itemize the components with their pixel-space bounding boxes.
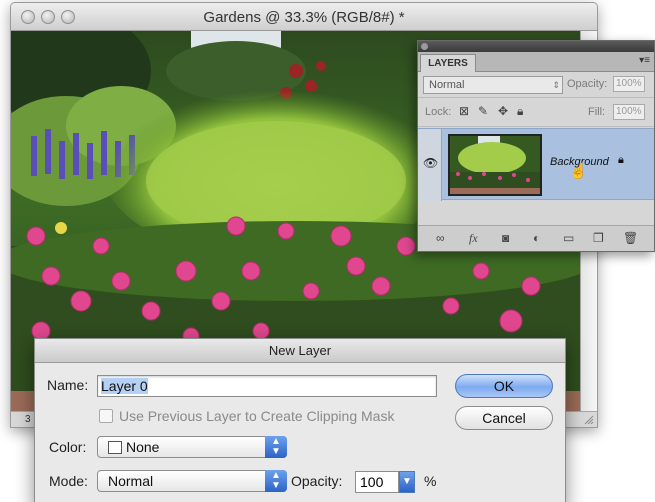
document-title: Gardens @ 33.3% (RGB/8#) * [203,9,405,26]
visibility-toggle[interactable]: 👁︎ [418,129,442,201]
screen: Gardens @ 33.3% (RGB/8#) * 3 LAYERS ▾≡ N… [0,0,655,502]
opacity-label: Opacity: [291,473,343,489]
layers-list-empty-area [418,201,654,221]
blend-row: Normal ⇕ Opacity: 100% [418,72,654,98]
trash-icon[interactable]: 🗑︎ [623,231,638,245]
layer-thumbnail [448,134,542,196]
link-icon[interactable]: ∞ [436,231,445,245]
layer-lock-icon: 🔒︎ [618,154,624,166]
eye-icon: 👁︎ [423,156,439,170]
layers-panel: LAYERS ▾≡ Normal ⇕ Opacity: 100% Lock: ⊠… [417,40,655,252]
clipping-mask-label: Use Previous Layer to Create Clipping Ma… [119,408,395,424]
cancel-button[interactable]: Cancel [455,406,553,430]
opacity-field[interactable]: 100% [613,76,645,92]
tab-layers[interactable]: LAYERS [420,54,476,72]
hand-cursor-icon: ☝ [569,163,588,180]
ok-button[interactable]: OK [455,374,553,398]
color-popup[interactable]: None ▲ ▼ [97,436,287,458]
clipping-mask-checkbox[interactable] [99,409,113,423]
panel-bottom-toolbar: ∞ fx ◙ ◐ ▭ ❐ 🗑︎ [418,225,654,251]
panel-drag-bar[interactable] [418,41,654,52]
thumbnail-image [450,136,540,194]
resize-grip-icon[interactable] [584,415,594,425]
mask-icon[interactable]: ◙ [502,231,509,245]
lock-brush-icon[interactable]: ✎ [478,104,488,118]
dialog-title[interactable]: New Layer [35,339,565,363]
mode-popup-value: Normal [108,473,154,489]
opacity-label: Opacity: [567,78,608,90]
lock-label: Lock: [425,106,452,118]
fill-label: Fill: [588,106,606,118]
percent-sign: % [424,473,437,489]
color-label: Color: [49,439,87,455]
updown-arrows-icon: ⇕ [552,80,560,90]
updown-arrows-icon: ▲ ▼ [265,470,287,492]
new-layer-icon[interactable]: ❐ [593,231,604,245]
zoom-readout[interactable]: 3 [25,414,31,425]
color-popup-value: None [126,439,160,455]
adjustment-icon[interactable]: ◐ [533,231,540,245]
lock-transparent-icon[interactable]: ⊠ [459,104,469,118]
new-layer-dialog: New Layer Name: Layer 0 Use Previous Lay… [34,338,566,502]
blend-mode-value: Normal [429,79,465,91]
fx-icon[interactable]: fx [469,231,478,246]
panel-menu-icon[interactable]: ▾≡ [639,55,650,66]
opacity-dropdown-icon[interactable]: ▼ [399,471,415,493]
updown-arrows-icon: ▲ ▼ [265,436,287,458]
group-folder-icon[interactable]: ▭ [563,231,574,245]
fill-field[interactable]: 100% [613,104,645,120]
document-titlebar[interactable]: Gardens @ 33.3% (RGB/8#) * [11,3,597,31]
mode-popup[interactable]: Normal ▲ ▼ [97,470,287,492]
layer-row-background[interactable]: 👁︎ Background 🔒︎ ☝ [418,128,654,201]
panel-close-icon[interactable] [421,43,428,50]
lock-all-icon[interactable]: 🔒︎ [517,104,523,119]
opacity-input[interactable]: 100 [355,471,399,493]
panel-tab-row: LAYERS ▾≡ [418,52,654,72]
lock-row: Lock: ⊠ ✎ ✥ 🔒︎ Fill: 100% [418,98,654,127]
name-input[interactable]: Layer 0 [97,375,437,397]
mode-label: Mode: [49,473,88,489]
blend-mode-select[interactable]: Normal ⇕ [423,76,563,94]
lock-move-icon[interactable]: ✥ [498,104,508,118]
name-label: Name: [47,377,89,393]
name-input-value: Layer 0 [101,378,148,394]
color-swatch [108,441,122,454]
